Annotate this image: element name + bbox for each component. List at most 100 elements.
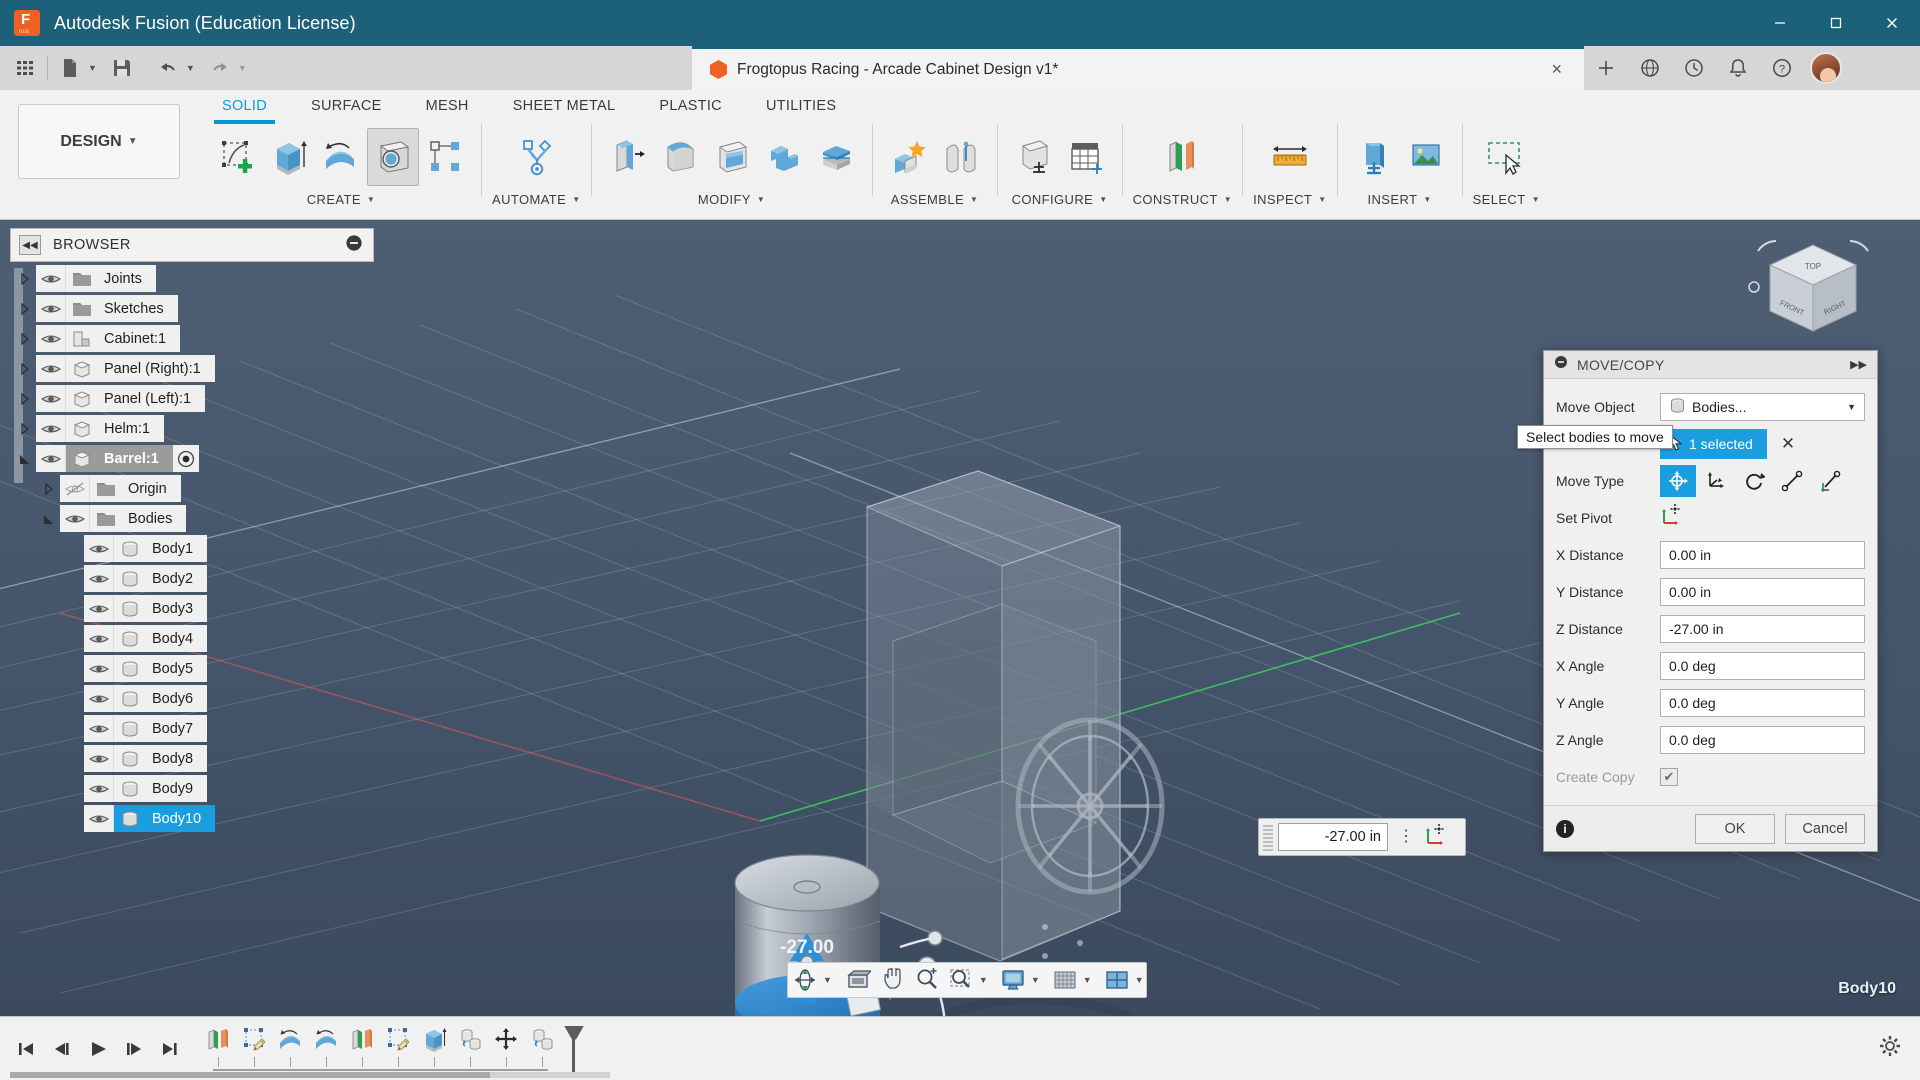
workspace-switcher-button[interactable]: DESIGN ▼ xyxy=(18,104,180,179)
eye-hidden-icon[interactable] xyxy=(60,475,90,502)
eye-visible-icon[interactable] xyxy=(36,295,66,322)
user-avatar[interactable] xyxy=(1810,52,1842,84)
move-object-select[interactable]: Bodies... ▼ xyxy=(1660,392,1865,421)
timeline-feature-copy-paste-1[interactable] xyxy=(452,1026,488,1072)
browser-item-panel-right-1[interactable]: Panel (Right):1 xyxy=(14,354,374,383)
eye-visible-icon[interactable] xyxy=(84,805,114,832)
browser-item-sketches[interactable]: Sketches xyxy=(14,294,374,323)
undo-dropdown-caret-icon[interactable]: ▼ xyxy=(186,63,195,73)
ribbon-panel-label-configure[interactable]: CONFIGURE ▼ xyxy=(1012,192,1108,207)
eye-visible-icon[interactable] xyxy=(36,355,66,382)
ribbon-panel-label-construct[interactable]: CONSTRUCT ▼ xyxy=(1133,192,1233,207)
revolve-button[interactable] xyxy=(315,128,367,186)
ribbon-tab-utilities[interactable]: UTILITIES xyxy=(744,90,858,120)
configuration-table-button[interactable] xyxy=(1060,128,1112,186)
minus-circle-icon[interactable] xyxy=(1554,355,1568,374)
manipulator-value-box[interactable]: ⋮ xyxy=(1258,818,1466,856)
eye-visible-icon[interactable] xyxy=(84,745,114,772)
go-to-beginning-button[interactable] xyxy=(8,1029,44,1069)
step-back-button[interactable] xyxy=(44,1029,80,1069)
timeline-scrollbar-thumb[interactable] xyxy=(10,1072,490,1078)
browser-item-content[interactable]: Body5 xyxy=(84,655,208,682)
cancel-button[interactable]: Cancel xyxy=(1785,813,1865,844)
timeline-feature-offset-plane-2[interactable] xyxy=(344,1026,380,1072)
job-status-icon[interactable] xyxy=(1672,46,1716,90)
fillet-button[interactable] xyxy=(654,128,706,186)
shell-button[interactable] xyxy=(706,128,758,186)
pan-icon[interactable] xyxy=(876,963,910,997)
document-tab[interactable]: Frogtopus Racing - Arcade Cabinet Design… xyxy=(692,46,1584,90)
eye-visible-icon[interactable] xyxy=(36,415,66,442)
browser-item-barrel-1[interactable]: Barrel:1 xyxy=(14,444,374,473)
joint-button[interactable] xyxy=(935,128,987,186)
x-distance-input[interactable]: 0.00 in xyxy=(1660,540,1865,569)
ribbon-tab-solid[interactable]: SOLID xyxy=(200,90,289,124)
browser-item-content[interactable]: Body1 xyxy=(84,535,208,562)
redo-dropdown-caret-icon[interactable]: ▼ xyxy=(238,63,247,73)
browser-item-content[interactable]: Body9 xyxy=(84,775,208,802)
pattern-button[interactable] xyxy=(419,128,471,186)
step-forward-button[interactable] xyxy=(116,1029,152,1069)
orbit-caret-icon[interactable]: ▼ xyxy=(823,975,832,985)
set-pivot-icon[interactable] xyxy=(1424,823,1448,852)
orbit-icon[interactable] xyxy=(788,963,822,997)
ribbon-panel-label-insert[interactable]: INSERT ▼ xyxy=(1368,192,1432,207)
browser-item-body4[interactable]: Body4 xyxy=(14,624,374,653)
browser-item-content[interactable]: Panel (Right):1 xyxy=(36,355,215,382)
timeline-feature-revolve-2[interactable] xyxy=(308,1026,344,1072)
eye-visible-icon[interactable] xyxy=(84,565,114,592)
offset-plane-button[interactable] xyxy=(1156,128,1208,186)
view-cube[interactable]: TOP FRONT RIGHT xyxy=(1748,231,1878,351)
tree-expand-arrow-icon[interactable] xyxy=(14,453,36,465)
viewports-icon[interactable] xyxy=(1100,963,1134,997)
browser-item-bodies[interactable]: Bodies xyxy=(14,504,374,533)
tree-collapse-arrow-icon[interactable] xyxy=(14,272,36,285)
notifications-icon[interactable] xyxy=(1716,46,1760,90)
ribbon-panel-label-create[interactable]: CREATE ▼ xyxy=(307,192,376,207)
y-distance-input[interactable]: 0.00 in xyxy=(1660,577,1865,606)
browser-item-content[interactable]: Body10 xyxy=(84,805,216,832)
browser-item-content[interactable]: Body3 xyxy=(84,595,208,622)
info-icon[interactable]: i xyxy=(1556,819,1574,838)
insert-canvas-button[interactable] xyxy=(1400,128,1452,186)
create-copy-checkbox[interactable]: ✔ xyxy=(1660,767,1678,786)
ribbon-panel-label-select[interactable]: SELECT ▼ xyxy=(1473,192,1540,207)
insert-mcmaster-button[interactable] xyxy=(1348,128,1400,186)
timeline-scrollbar[interactable] xyxy=(10,1072,610,1078)
look-at-icon[interactable] xyxy=(840,963,876,997)
offset-face-button[interactable] xyxy=(810,128,862,186)
browser-item-body10[interactable]: Body10 xyxy=(14,804,374,833)
manipulator-distance-input[interactable] xyxy=(1278,823,1388,851)
grid-snap-icon[interactable] xyxy=(1048,963,1082,997)
timeline-feature-offset-plane[interactable] xyxy=(200,1026,236,1072)
browser-item-joints[interactable]: Joints xyxy=(14,264,374,293)
add-tab-icon[interactable] xyxy=(1584,46,1628,90)
browser-item-content[interactable]: Barrel:1 xyxy=(36,445,199,472)
ribbon-tab-plastic[interactable]: PLASTIC xyxy=(637,90,744,120)
browser-item-body9[interactable]: Body9 xyxy=(14,774,374,803)
browser-item-body5[interactable]: Body5 xyxy=(14,654,374,683)
eye-visible-icon[interactable] xyxy=(84,535,114,562)
eye-visible-icon[interactable] xyxy=(36,385,66,412)
save-icon[interactable] xyxy=(105,51,139,85)
free-move-icon[interactable] xyxy=(1660,464,1696,497)
z-angle-input[interactable]: 0.0 deg xyxy=(1660,725,1865,754)
browser-item-content[interactable]: Helm:1 xyxy=(36,415,164,442)
eye-visible-icon[interactable] xyxy=(84,775,114,802)
clear-selection-icon[interactable]: ✕ xyxy=(1781,434,1795,454)
y-angle-input[interactable]: 0.0 deg xyxy=(1660,688,1865,717)
browser-item-content[interactable]: Origin xyxy=(60,475,181,502)
browser-item-body7[interactable]: Body7 xyxy=(14,714,374,743)
browser-item-content[interactable]: Cabinet:1 xyxy=(36,325,181,352)
ribbon-panel-label-modify[interactable]: MODIFY ▼ xyxy=(698,192,765,207)
ribbon-panel-label-assemble[interactable]: ASSEMBLE ▼ xyxy=(891,192,979,207)
browser-item-panel-left-1[interactable]: Panel (Left):1 xyxy=(14,384,374,413)
timeline-feature-sketch[interactable] xyxy=(236,1026,272,1072)
ribbon-panel-label-inspect[interactable]: INSPECT ▼ xyxy=(1253,192,1326,207)
gear-icon[interactable] xyxy=(1878,1034,1902,1063)
tree-collapse-arrow-icon[interactable] xyxy=(14,422,36,435)
browser-item-content[interactable]: Body6 xyxy=(84,685,208,712)
z-distance-input[interactable]: -27.00 in xyxy=(1660,614,1865,643)
maximize-button[interactable] xyxy=(1808,0,1864,46)
browser-item-body3[interactable]: Body3 xyxy=(14,594,374,623)
